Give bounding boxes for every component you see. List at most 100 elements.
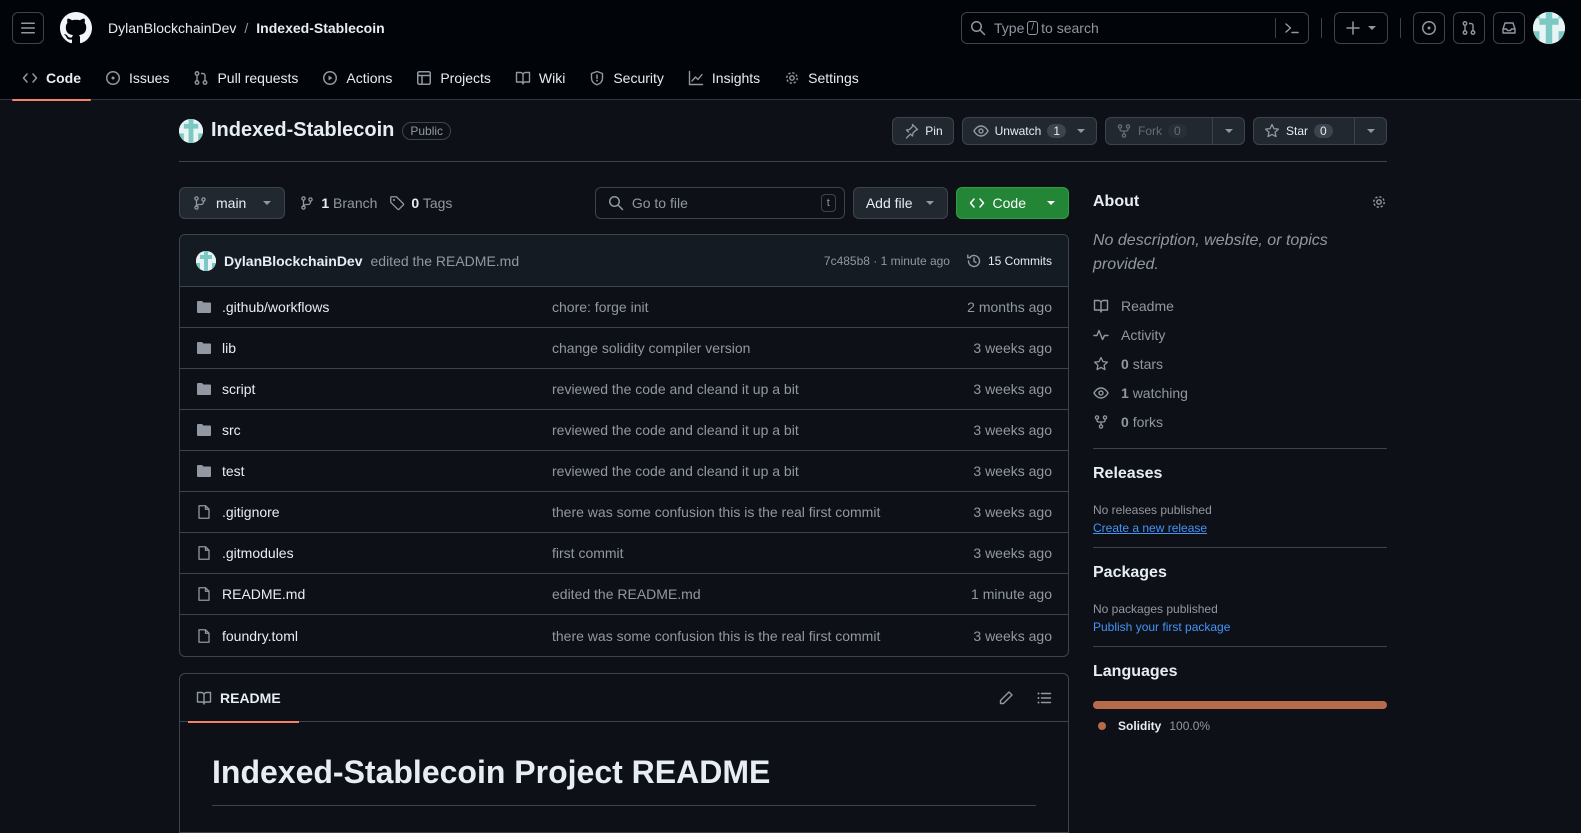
go-to-file-input[interactable]: Go to file t bbox=[594, 187, 845, 219]
code-button-label: Code bbox=[992, 195, 1026, 211]
table-row[interactable]: lib change solidity compiler version 3 w… bbox=[180, 328, 1068, 369]
table-row[interactable]: script reviewed the code and cleand it u… bbox=[180, 369, 1068, 410]
readme-panel: README Indexed-Stablecoin Project README bbox=[179, 673, 1069, 833]
search-suffix: to search bbox=[1041, 20, 1099, 36]
history-icon bbox=[967, 254, 981, 267]
table-row[interactable]: test reviewed the code and cleand it up … bbox=[180, 451, 1068, 492]
file-date: 1 minute ago bbox=[971, 586, 1052, 602]
releases-title[interactable]: Releases bbox=[1093, 465, 1387, 483]
file-name[interactable]: .gitignore bbox=[222, 504, 552, 520]
commit-author-avatar[interactable] bbox=[196, 250, 216, 271]
plus-icon bbox=[1346, 21, 1360, 35]
tab-wiki[interactable]: Wiki bbox=[505, 56, 575, 100]
commit-sha-time[interactable]: 7c485b8 · 1 minute ago bbox=[824, 254, 950, 268]
tab-settings[interactable]: Settings bbox=[774, 56, 869, 100]
file-commit-message[interactable]: there was some confusion this is the rea… bbox=[552, 628, 973, 644]
create-new-button[interactable] bbox=[1334, 12, 1388, 44]
stars-label: stars bbox=[1132, 355, 1164, 372]
file-commit-message[interactable]: first commit bbox=[552, 545, 973, 561]
file-name[interactable]: script bbox=[222, 381, 552, 397]
forks-link[interactable]: 0 forks bbox=[1093, 407, 1387, 436]
stars-link[interactable]: 0 stars bbox=[1093, 349, 1387, 378]
repo-owner-avatar[interactable] bbox=[179, 118, 203, 143]
file-name[interactable]: .github/workflows bbox=[222, 299, 552, 315]
watch-dropdown[interactable] bbox=[1072, 118, 1096, 144]
tab-insights[interactable]: Insights bbox=[678, 56, 770, 100]
global-search-input[interactable]: Type / to search bbox=[961, 12, 1309, 44]
pin-button[interactable]: Pin bbox=[892, 116, 954, 145]
file-icon bbox=[198, 546, 210, 560]
readme-tab[interactable]: README bbox=[188, 674, 299, 723]
languages-title: Languages bbox=[1093, 663, 1178, 680]
file-name[interactable]: lib bbox=[222, 340, 552, 356]
code-button[interactable]: Code bbox=[955, 187, 1069, 219]
breadcrumb-owner[interactable]: DylanBlockchainDev bbox=[108, 20, 236, 36]
publish-package-link[interactable]: Publish your first package bbox=[1093, 620, 1387, 634]
list-unordered-icon[interactable] bbox=[1036, 690, 1052, 706]
file-commit-message[interactable]: there was some confusion this is the rea… bbox=[552, 504, 973, 520]
file-commit-message[interactable]: reviewed the code and cleand it up a bit bbox=[552, 422, 973, 438]
pin-label: Pin bbox=[925, 123, 943, 138]
file-commit-message[interactable]: edited the README.md bbox=[552, 586, 971, 602]
tab-projects[interactable]: Projects bbox=[406, 56, 501, 100]
issues-button[interactable] bbox=[1413, 12, 1445, 44]
table-row[interactable]: src reviewed the code and cleand it up a… bbox=[180, 410, 1068, 451]
tab-actions[interactable]: Actions bbox=[312, 56, 402, 100]
table-row[interactable]: .github/workflows chore: forge init 2 mo… bbox=[180, 287, 1068, 328]
file-table: DylanBlockchainDev edited the README.md … bbox=[179, 234, 1069, 657]
user-avatar[interactable] bbox=[1533, 12, 1565, 44]
pulse-icon bbox=[1093, 329, 1109, 340]
table-row[interactable]: .gitmodules first commit 3 weeks ago bbox=[180, 533, 1068, 574]
packages-title[interactable]: Packages bbox=[1093, 564, 1387, 582]
file-commit-message[interactable]: change solidity compiler version bbox=[552, 340, 973, 356]
activity-link[interactable]: Activity bbox=[1093, 320, 1387, 349]
breadcrumb-repo[interactable]: Indexed-Stablecoin bbox=[256, 20, 384, 36]
readme-link[interactable]: Readme bbox=[1093, 291, 1387, 320]
branch-count-label: Branch bbox=[333, 195, 378, 211]
search-shortcut-key: / bbox=[1027, 21, 1039, 35]
star-button[interactable]: Star 0 bbox=[1253, 116, 1387, 145]
file-commit-message[interactable]: chore: forge init bbox=[552, 299, 967, 315]
commit-message[interactable]: edited the README.md bbox=[371, 253, 520, 269]
tab-code[interactable]: Code bbox=[12, 56, 91, 101]
file-name[interactable]: .gitmodules bbox=[222, 545, 552, 561]
search-icon bbox=[971, 21, 986, 36]
pull-requests-button[interactable] bbox=[1453, 12, 1485, 44]
table-row[interactable]: foundry.toml there was some confusion th… bbox=[180, 615, 1068, 656]
github-logo-icon[interactable] bbox=[60, 12, 92, 44]
file-commit-message[interactable]: reviewed the code and cleand it up a bit bbox=[552, 463, 973, 479]
fork-dropdown[interactable] bbox=[1212, 117, 1244, 144]
table-row[interactable]: .gitignore there was some confusion this… bbox=[180, 492, 1068, 533]
code-icon bbox=[22, 73, 38, 83]
tab-issues[interactable]: Issues bbox=[95, 56, 179, 100]
file-name[interactable]: test bbox=[222, 463, 552, 479]
fork-button[interactable]: Fork 0 bbox=[1105, 116, 1245, 145]
branches-link[interactable]: 1 Branch bbox=[299, 195, 377, 211]
tags-link[interactable]: 0 Tags bbox=[389, 195, 452, 211]
file-name[interactable]: src bbox=[222, 422, 552, 438]
watch-button[interactable]: Unwatch 1 bbox=[961, 116, 1097, 145]
menu-button[interactable] bbox=[12, 12, 44, 44]
repo-forked-icon bbox=[1094, 414, 1108, 429]
tab-security[interactable]: Security bbox=[579, 56, 674, 100]
add-file-button[interactable]: Add file bbox=[852, 187, 948, 219]
file-name[interactable]: foundry.toml bbox=[222, 628, 552, 644]
star-dropdown[interactable] bbox=[1354, 117, 1386, 144]
tab-pull-requests[interactable]: Pull requests bbox=[183, 56, 308, 100]
repo-title[interactable]: Indexed-Stablecoin bbox=[211, 119, 394, 142]
branch-select-button[interactable]: main bbox=[179, 187, 286, 219]
inbox-button[interactable] bbox=[1493, 12, 1525, 44]
gear-icon[interactable] bbox=[1371, 194, 1387, 210]
pencil-icon[interactable] bbox=[998, 690, 1014, 706]
file-name[interactable]: README.md bbox=[222, 586, 552, 602]
command-palette-icon[interactable] bbox=[1284, 20, 1300, 36]
table-row[interactable]: README.md edited the README.md 1 minute … bbox=[180, 574, 1068, 615]
triangle-down-icon bbox=[1077, 128, 1085, 133]
language-item[interactable]: Solidity 100.0% bbox=[1093, 719, 1387, 733]
commit-author[interactable]: DylanBlockchainDev bbox=[224, 253, 363, 269]
create-release-link[interactable]: Create a new release bbox=[1093, 521, 1387, 535]
folder-icon bbox=[197, 301, 211, 313]
watching-link[interactable]: 1 watching bbox=[1093, 378, 1387, 407]
file-commit-message[interactable]: reviewed the code and cleand it up a bit bbox=[552, 381, 973, 397]
commits-link[interactable]: 15 Commits bbox=[966, 253, 1052, 269]
